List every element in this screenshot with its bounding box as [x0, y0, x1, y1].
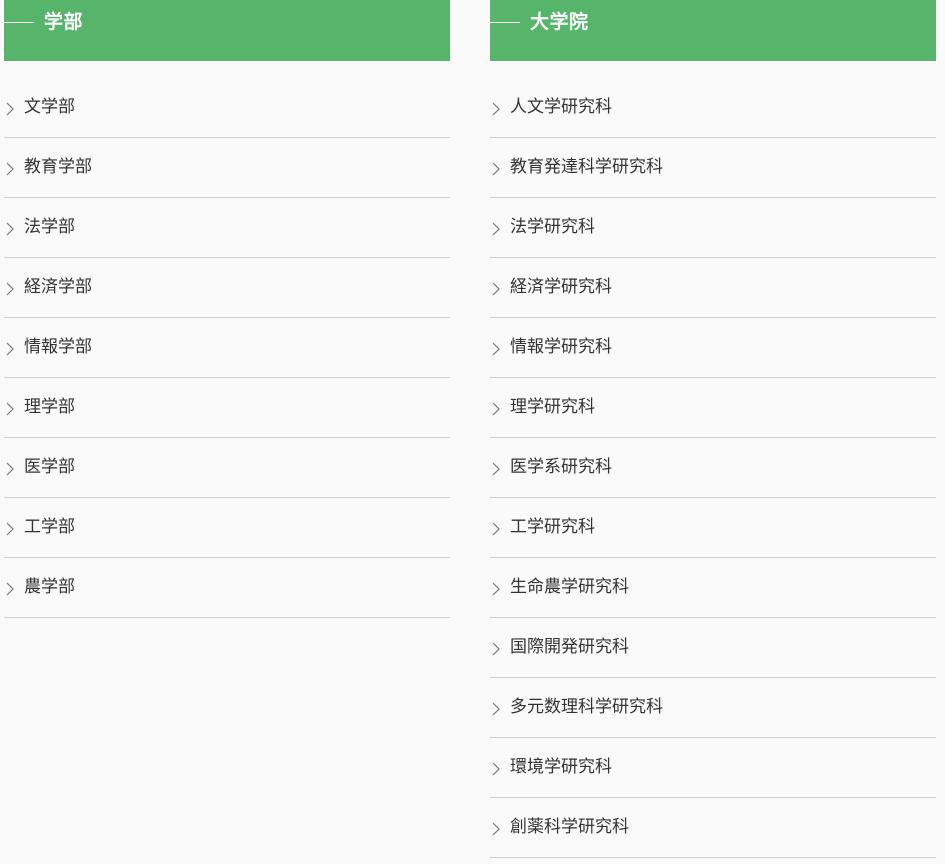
list-item[interactable]: 医学部 — [4, 438, 450, 498]
chevron-right-icon — [492, 102, 500, 116]
chevron-right-icon — [6, 282, 14, 296]
chevron-right-icon — [492, 762, 500, 776]
list-item-label: 医学部 — [24, 457, 75, 477]
list-item[interactable]: 文学部 — [4, 78, 450, 138]
list-item-label: 国際開発研究科 — [510, 637, 629, 657]
chevron-right-icon — [6, 222, 14, 236]
chevron-right-icon — [492, 582, 500, 596]
graduate-schools-title: 大学院 — [530, 11, 589, 33]
chevron-right-icon — [492, 342, 500, 356]
list-item[interactable]: 工学部 — [4, 498, 450, 558]
chevron-right-icon — [492, 222, 500, 236]
chevron-right-icon — [492, 522, 500, 536]
list-item-label: 教育発達科学研究科 — [510, 157, 663, 177]
chevron-right-icon — [6, 102, 14, 116]
chevron-right-icon — [6, 402, 14, 416]
list-item[interactable]: 人文学研究科 — [490, 78, 936, 138]
list-item[interactable]: 理学部 — [4, 378, 450, 438]
list-item[interactable]: 情報学研究科 — [490, 318, 936, 378]
list-item[interactable]: 工学研究科 — [490, 498, 936, 558]
list-item[interactable]: 環境学研究科 — [490, 738, 936, 798]
list-item[interactable]: 創薬科学研究科 — [490, 798, 936, 858]
chevron-right-icon — [6, 462, 14, 476]
list-item-label: 工学部 — [24, 517, 75, 537]
graduate-schools-section: 大学院 人文学研究科教育発達科学研究科 法学研究科経済学研究科 情報学研究科 理学研究… — [490, 0, 936, 858]
list-item-label: 医学系研究科 — [510, 457, 612, 477]
list-item-label: 法学部 — [24, 217, 75, 237]
list-item-label: 生命農学研究科 — [510, 577, 629, 597]
list-item[interactable]: 生命農学研究科 — [490, 558, 936, 618]
list-item[interactable]: 理学研究科 — [490, 378, 936, 438]
list-item[interactable]: 農学部 — [4, 558, 450, 618]
chevron-right-icon — [492, 282, 500, 296]
chevron-right-icon — [492, 402, 500, 416]
list-item[interactable]: 経済学部 — [4, 258, 450, 318]
chevron-right-icon — [6, 162, 14, 176]
header-rule — [490, 22, 520, 23]
list-item-label: 情報学部 — [24, 337, 92, 357]
list-item-label: 工学研究科 — [510, 517, 595, 537]
list-item-label: 経済学研究科 — [510, 277, 612, 297]
chevron-right-icon — [6, 522, 14, 536]
list-item[interactable]: 経済学研究科 — [490, 258, 936, 318]
list-item-label: 農学部 — [24, 577, 75, 597]
list-item-label: 多元数理科学研究科 — [510, 697, 663, 717]
list-item-label: 環境学研究科 — [510, 757, 612, 777]
chevron-right-icon — [492, 642, 500, 656]
list-item-label: 理学研究科 — [510, 397, 595, 417]
chevron-right-icon — [6, 342, 14, 356]
chevron-right-icon — [6, 582, 14, 596]
chevron-right-icon — [492, 702, 500, 716]
list-item[interactable]: 医学系研究科 — [490, 438, 936, 498]
faculties-title: 学部 — [44, 11, 84, 33]
graduate-schools-list: 人文学研究科教育発達科学研究科 法学研究科経済学研究科 情報学研究科 理学研究科医学系… — [490, 78, 936, 858]
chevron-right-icon — [492, 462, 500, 476]
faculties-section: 学部 文学部教育学部法学部経済学部情報学部理学部医学部工学部農学部 — [4, 0, 450, 618]
list-item[interactable]: 国際開発研究科 — [490, 618, 936, 678]
faculties-list: 文学部教育学部法学部経済学部情報学部理学部医学部工学部農学部 — [4, 78, 450, 618]
list-item-label: 理学部 — [24, 397, 75, 417]
list-item-label: 法学研究科 — [510, 217, 595, 237]
faculties-header: 学部 — [4, 0, 450, 61]
list-item-label: 経済学部 — [24, 277, 92, 297]
list-item-label: 教育学部 — [24, 157, 92, 177]
chevron-right-icon — [492, 162, 500, 176]
list-item[interactable]: 教育発達科学研究科 — [490, 138, 936, 198]
list-item-label: 文学部 — [24, 97, 75, 117]
list-item-label: 情報学研究科 — [510, 337, 612, 357]
chevron-right-icon — [492, 822, 500, 836]
list-item-label: 人文学研究科 — [510, 97, 612, 117]
list-item[interactable]: 法学研究科 — [490, 198, 936, 258]
page: 学部 文学部教育学部法学部経済学部情報学部理学部医学部工学部農学部 大学院 人文… — [0, 0, 945, 864]
list-item-label: 創薬科学研究科 — [510, 817, 629, 837]
graduate-schools-header: 大学院 — [490, 0, 936, 61]
list-item[interactable]: 法学部 — [4, 198, 450, 258]
list-item[interactable]: 多元数理科学研究科 — [490, 678, 936, 738]
header-rule — [4, 22, 34, 23]
list-item[interactable]: 教育学部 — [4, 138, 450, 198]
list-item[interactable]: 情報学部 — [4, 318, 450, 378]
